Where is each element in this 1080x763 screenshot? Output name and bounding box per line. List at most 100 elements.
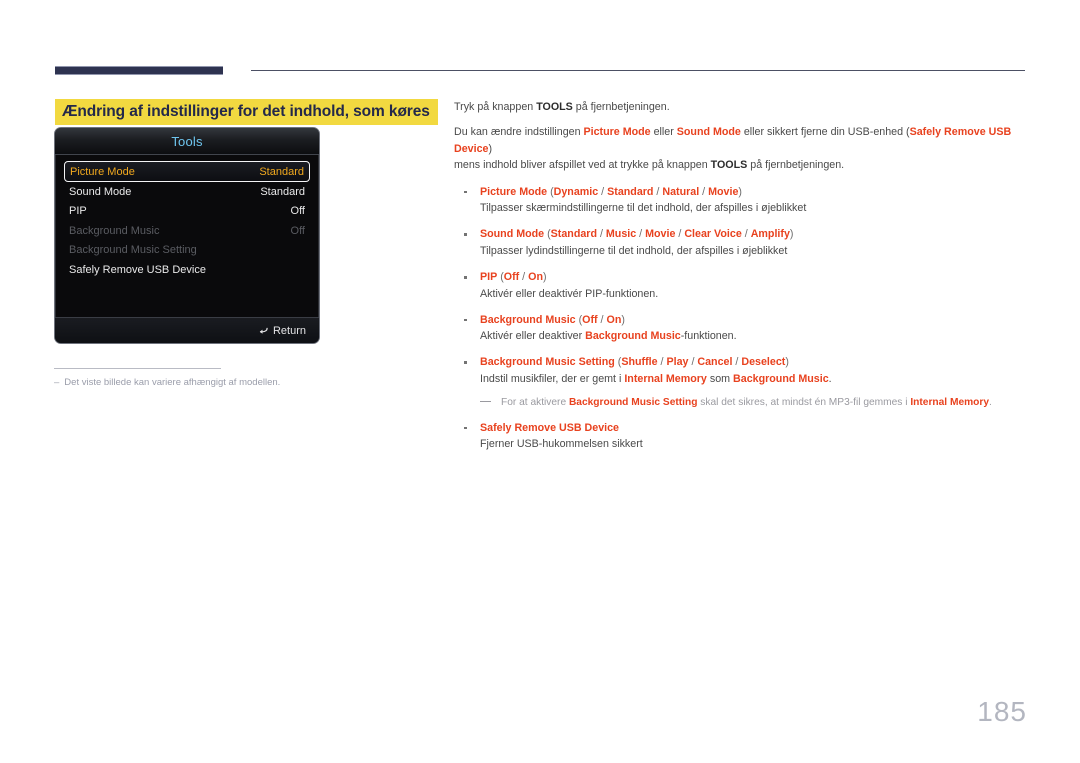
bullet-heading: Safely Remove USB Device — [480, 420, 1029, 437]
return-arrow-icon — [258, 325, 269, 336]
bullet-background-music: Background Music (Off / On) Aktivér elle… — [454, 312, 1029, 345]
bullet-background-music-setting: Background Music Setting (Shuffle / Play… — [454, 354, 1029, 410]
intro2-p3: eller sikkert fjerne din USB-enhed ( — [740, 126, 910, 139]
osd-menu-list: Picture Mode Standard Sound Mode Standar… — [55, 155, 319, 318]
footnote: – Det viste billede kan variere afhængigt… — [54, 377, 280, 388]
osd-row-pip[interactable]: PIP Off — [64, 202, 310, 222]
osd-return-button[interactable]: Return — [258, 325, 306, 337]
bullet-picture-mode: Picture Mode (Dynamic / Standard / Natur… — [454, 184, 1029, 217]
bullet-name: Picture Mode — [480, 185, 548, 198]
bullet-description: Aktivér eller deaktivér PIP-funktionen. — [480, 287, 659, 300]
header-accent-bar — [55, 66, 223, 75]
note-p3: . — [989, 396, 992, 408]
bullet-name: Safely Remove USB Device — [480, 421, 620, 434]
desc-highlight-2: Background Music — [733, 373, 829, 386]
osd-return-label: Return — [272, 324, 306, 337]
osd-row-value: Standard — [260, 185, 305, 198]
bullet-option: Shuffle — [621, 356, 658, 369]
settings-bullet-list: Picture Mode (Dynamic / Standard / Natur… — [454, 184, 1029, 453]
intro1-bold-tools: TOOLS — [536, 101, 573, 113]
bullet-name: PIP — [480, 271, 498, 284]
bullet-option: Off — [503, 271, 520, 284]
bullet-safely-remove-usb-device: Safely Remove USB Device Fjerner USB-huk… — [454, 420, 1029, 453]
bullet-heading: Background Music (Off / On) — [480, 313, 625, 326]
bullet-option: Movie — [708, 185, 739, 198]
bullet-description: Fjerner USB-hukommelsen sikkert — [480, 438, 643, 451]
footnote-text: Det viste billede kan variere afhængigt … — [64, 377, 281, 388]
bullet-option: Standard — [550, 228, 597, 241]
bullet-pip: PIP (Off / On) Aktivér eller deaktivér P… — [454, 269, 1029, 302]
desc-post: . — [828, 373, 832, 386]
desc-pre: Indstil musikfiler, der er gemt i — [480, 373, 625, 386]
osd-row-label: PIP — [69, 205, 87, 218]
note-p2: skal det sikres, at mindst én MP3-fil ge… — [697, 396, 911, 408]
osd-row-picture-mode[interactable]: Picture Mode Standard — [64, 161, 310, 182]
bullet-option: Amplify — [750, 228, 790, 241]
bullet-option: On — [528, 271, 543, 284]
note-background-music-setting: For at aktivere Background Music Setting… — [480, 395, 1029, 411]
osd-row-label: Background Music — [69, 224, 160, 237]
osd-title-bar: Tools — [55, 128, 319, 155]
footnote-dash: – — [54, 377, 60, 388]
bullet-option: Natural — [662, 185, 700, 198]
bullet-option: On — [606, 313, 622, 326]
intro2-bold-tools: TOOLS — [710, 159, 748, 172]
osd-row-background-music: Background Music Off — [64, 221, 310, 241]
note-highlight-1: Background Music Setting — [568, 396, 698, 408]
intro2-p6: på fjernbetjeningen. — [747, 159, 845, 172]
bullet-name: Background Music — [480, 313, 576, 326]
intro2-p1: Du kan ændre indstillingen — [454, 126, 584, 139]
osd-row-background-music-setting: Background Music Setting — [64, 241, 310, 261]
bullet-heading: Picture Mode (Dynamic / Standard / Natur… — [480, 185, 742, 198]
bullet-sound-mode: Sound Mode (Standard / Music / Movie / C… — [454, 226, 1029, 259]
intro2-p5: mens indhold bliver afspillet ved at try… — [454, 159, 711, 172]
bullet-heading: Background Music Setting (Shuffle / Play… — [480, 356, 789, 369]
bullet-heading: Sound Mode (Standard / Music / Movie / C… — [480, 228, 794, 241]
bullet-description: Tilpasser skærmindstillingerne til det i… — [480, 202, 807, 215]
osd-row-value: Standard — [259, 165, 304, 178]
bullet-name: Background Music Setting — [480, 356, 615, 369]
bullet-option: Movie — [645, 228, 676, 241]
intro1-pre: Tryk på knappen — [454, 101, 537, 113]
intro-paragraph-2: Du kan ændre indstillingen Picture Mode … — [454, 124, 1029, 174]
osd-title: Tools — [171, 133, 203, 149]
desc-highlight-1: Internal Memory — [624, 373, 707, 386]
header-thin-line — [251, 70, 1025, 71]
osd-row-safely-remove-usb-device[interactable]: Safely Remove USB Device — [64, 260, 310, 280]
osd-footer-bar: Return — [55, 317, 319, 343]
intro2-p4: ) — [488, 142, 493, 155]
intro-paragraph-1: Tryk på knappen TOOLS på fjernbetjeninge… — [454, 99, 1029, 116]
bullet-description: Indstil musikfiler, der er gemt i Intern… — [480, 371, 1029, 388]
osd-row-label: Safely Remove USB Device — [69, 263, 206, 276]
bullet-description: Aktivér eller deaktiver Background Music… — [480, 328, 1029, 345]
desc-mid: som — [706, 373, 734, 386]
intro2-sound-mode: Sound Mode — [676, 126, 741, 139]
footnote-divider — [54, 368, 221, 369]
desc-highlight: Background Music — [585, 330, 681, 343]
bullet-option: Cancel — [697, 356, 733, 369]
section-title: Ændring af indstillinger for det indhold… — [55, 99, 438, 126]
osd-row-value: Off — [290, 224, 305, 237]
page-header-rule — [55, 66, 1025, 76]
bullet-option: Standard — [607, 185, 654, 198]
bullet-option: Clear Voice — [684, 228, 742, 241]
osd-row-label: Background Music Setting — [69, 244, 197, 257]
tools-osd-panel: Tools Picture Mode Standard Sound Mode S… — [54, 127, 320, 344]
bullet-option: Dynamic — [553, 185, 599, 198]
osd-row-sound-mode[interactable]: Sound Mode Standard — [64, 182, 310, 202]
osd-row-label: Sound Mode — [69, 185, 132, 198]
bullet-name: Sound Mode — [480, 228, 545, 241]
osd-row-label: Picture Mode — [70, 165, 135, 178]
bullet-option: Deselect — [741, 356, 786, 369]
desc-post: -funktionen. — [680, 330, 737, 343]
bullet-description: Tilpasser lydindstillingerne til det ind… — [480, 245, 788, 258]
bullet-option: Play — [666, 356, 689, 369]
intro1-post: på fjernbetjeningen. — [572, 101, 670, 113]
page-number: 185 — [977, 696, 1027, 727]
desc-pre: Aktivér eller deaktiver — [480, 330, 586, 343]
intro2-p2: eller — [650, 126, 677, 139]
bullet-heading: PIP (Off / On) — [480, 271, 547, 284]
content-column: Tryk på knappen TOOLS på fjernbetjeninge… — [454, 99, 1029, 463]
note-p1: For at aktivere — [501, 396, 569, 408]
intro2-picture-mode: Picture Mode — [583, 126, 651, 139]
